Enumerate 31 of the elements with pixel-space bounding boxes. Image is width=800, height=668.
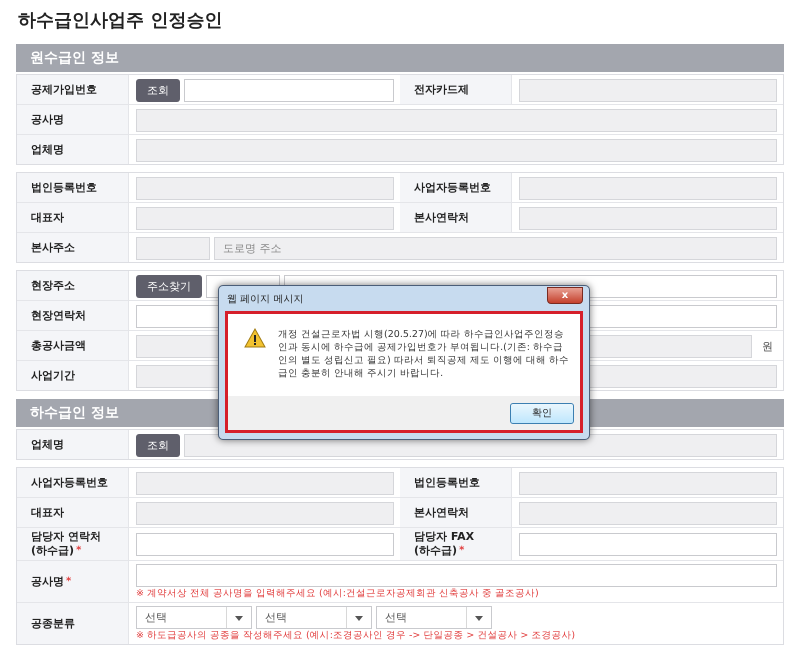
field-label: 현장연락처 — [31, 308, 87, 322]
hint-text: ※ 하도급공사의 공종을 작성해주세요 (예시:조경공사인 경우 -> 단일공종 > 건설공사 > 조경공사) — [136, 630, 576, 642]
field-label: 본사연락처 — [414, 210, 470, 224]
field-label: 법인등록번호 — [31, 180, 98, 194]
field-label: 사업자등록번호 — [414, 180, 492, 194]
page-title: 하수급인사업주 인정승인 — [18, 9, 224, 32]
field-label: 법인등록번호 — [414, 476, 481, 490]
field-label: (하수급) * — [414, 544, 466, 558]
section-header: 원수급인 정보 — [16, 44, 784, 72]
field-label: 전자카드제 — [414, 82, 470, 96]
field-label: 사업자등록번호 — [31, 476, 109, 490]
field-label: 총공사금액 — [31, 338, 87, 352]
field-label: 담당자 FAX — [414, 530, 476, 544]
dialog-message: 개정 건설근로자법 시행(20.5.27)에 따라 하수급인사업주인정승인과 동시에 하수급에 공제가입번호가 부여됩니다.(기존: 하수급인의 별도 성립신고 필요) 따라서 퇴직공제 제도 이행에 대해 하수급인 충분히 안내해 주시기 바랍니다. — [278, 328, 570, 381]
field-label: 공사명 — [31, 112, 65, 126]
field-label: 대표자 — [31, 506, 65, 520]
field-label: 대표자 — [31, 210, 65, 224]
field-label: 공사명 * — [31, 574, 72, 588]
field-label: 담당자 연락처 — [31, 530, 102, 544]
field-label: 현장주소 — [31, 278, 76, 292]
dialog-title: 웹 페이지 메시지 — [226, 292, 304, 306]
field-label: 사업기간 — [31, 368, 76, 382]
hint-text: ※ 계약서상 전체 공사명을 입력해주세요 (예시:건설근로자공제회관 신축공사 중 골조공사) — [136, 588, 540, 600]
field-label: 업체명 — [31, 438, 65, 452]
field-label: 본사주소 — [31, 240, 76, 254]
field-label: 공제가입번호 — [31, 82, 98, 96]
unit-label: 원 — [761, 338, 774, 354]
field-label: (하수급) * — [31, 544, 82, 558]
field-label: 본사연락처 — [414, 506, 470, 520]
field-label: 공종분류 — [31, 616, 76, 630]
field-label: 업체명 — [31, 142, 65, 156]
